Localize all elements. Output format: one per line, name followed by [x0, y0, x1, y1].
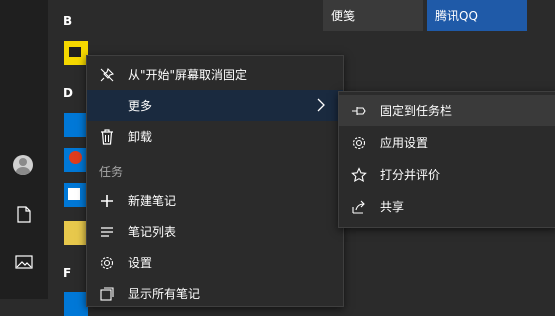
app-icon-maps[interactable] — [64, 148, 88, 172]
menu-item-unpin-label: 从"开始"屏幕取消固定 — [128, 68, 248, 82]
pictures-icon[interactable] — [14, 252, 34, 272]
trash-icon — [99, 128, 115, 145]
app-icon-blue-1[interactable] — [64, 113, 88, 137]
tile-sticky-notes[interactable]: 便笺 — [323, 0, 423, 31]
gear-icon — [99, 255, 115, 271]
chevron-right-icon — [317, 98, 325, 115]
user-avatar[interactable] — [13, 155, 33, 175]
submenu-item-rate-review-label: 打分并评价 — [380, 168, 441, 182]
notes-icon — [99, 286, 115, 302]
unpin-icon — [99, 67, 115, 83]
tile-qq-label: 腾讯QQ — [435, 9, 478, 23]
menu-item-more[interactable]: 更多 — [87, 90, 343, 121]
list-letter-b[interactable]: B — [63, 14, 72, 28]
submenu-item-rate-review[interactable]: 打分并评价 — [339, 159, 555, 190]
more-submenu: 固定到任务栏 应用设置 打分并评价 共享 — [338, 91, 555, 228]
app-icon-outlook[interactable] — [64, 183, 88, 207]
menu-item-show-all-label: 显示所有笔记 — [128, 287, 201, 301]
menu-item-note-list[interactable]: 笔记列表 — [87, 216, 343, 247]
list-letter-d[interactable]: D — [63, 86, 73, 100]
submenu-item-share-label: 共享 — [380, 200, 405, 214]
submenu-item-pin-taskbar-label: 固定到任务栏 — [380, 104, 453, 118]
menu-item-settings-label: 设置 — [128, 256, 153, 270]
app-icon-folder[interactable] — [64, 221, 88, 245]
tile-sticky-notes-label: 便笺 — [331, 9, 356, 23]
section-tasks-heading: 任务 — [99, 165, 124, 179]
app-icon-sticky[interactable] — [64, 41, 88, 65]
star-icon — [351, 166, 367, 183]
submenu-item-share[interactable]: 共享 — [339, 191, 555, 222]
menu-item-note-list-label: 笔记列表 — [128, 225, 177, 239]
list-icon — [99, 224, 115, 240]
share-icon — [351, 199, 367, 215]
menu-item-more-label: 更多 — [128, 99, 153, 113]
menu-item-show-all[interactable]: 显示所有笔记 — [87, 278, 343, 309]
start-rail — [0, 0, 48, 299]
document-icon[interactable] — [14, 204, 34, 224]
app-icon-blue-2[interactable] — [64, 292, 88, 316]
menu-item-settings[interactable]: 设置 — [87, 247, 343, 278]
tile-qq[interactable]: 腾讯QQ — [427, 0, 527, 31]
menu-item-unpin[interactable]: 从"开始"屏幕取消固定 — [87, 59, 343, 90]
submenu-item-pin-taskbar[interactable]: 固定到任务栏 — [339, 95, 555, 126]
submenu-item-app-settings[interactable]: 应用设置 — [339, 127, 555, 158]
pin-icon — [351, 103, 367, 119]
menu-item-new-note[interactable]: 新建笔记 — [87, 185, 343, 216]
context-menu: 从"开始"屏幕取消固定 更多 卸载 任务 新建笔记 笔记列表 设置 显示所有笔记 — [86, 55, 344, 307]
menu-item-uninstall-label: 卸载 — [128, 130, 153, 144]
menu-item-new-note-label: 新建笔记 — [128, 194, 177, 208]
submenu-item-app-settings-label: 应用设置 — [380, 136, 429, 150]
plus-icon — [99, 193, 115, 209]
gear-icon — [351, 135, 367, 151]
list-letter-f[interactable]: F — [63, 266, 71, 280]
menu-item-uninstall[interactable]: 卸载 — [87, 121, 343, 152]
